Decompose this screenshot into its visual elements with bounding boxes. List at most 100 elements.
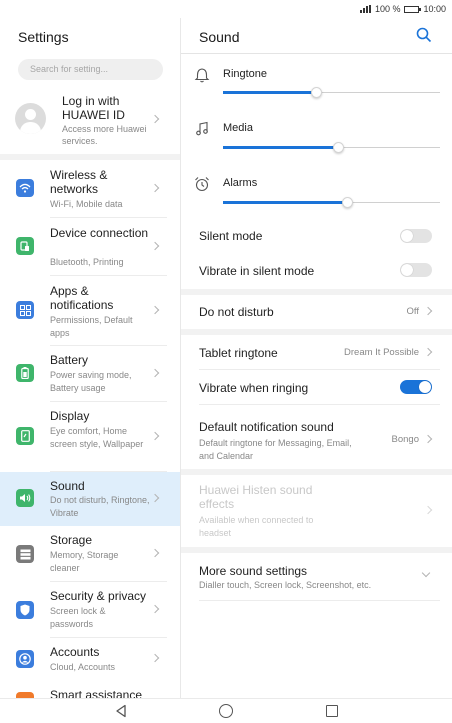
huawei-id-login[interactable]: Log in with HUAWEI ID Access more Huawei… — [0, 88, 180, 154]
slider-thumb[interactable] — [341, 197, 353, 208]
sound-settings-pane: Sound Ringtone Media Alarms Silent mode … — [181, 18, 452, 698]
more-sound-settings-row[interactable]: More sound settings Dialler touch, Scree… — [181, 553, 452, 601]
do-not-disturb-row[interactable]: Do not disturb Off — [181, 295, 452, 329]
sidebar-item-sub: Eye comfort, Home screen style, Wallpape… — [50, 426, 144, 449]
vibrate-ringing-row[interactable]: Vibrate when ringing — [181, 370, 452, 405]
silent-mode-toggle[interactable] — [400, 229, 432, 243]
sidebar-item-label: Wireless & networks — [50, 168, 108, 196]
chevron-right-icon — [150, 183, 160, 193]
chevron-right-icon — [150, 548, 160, 558]
chevron-right-icon — [150, 114, 160, 124]
silent-mode-row[interactable]: Silent mode — [181, 218, 452, 253]
volume-label: Ringtone — [223, 68, 268, 80]
media-slider[interactable] — [223, 142, 440, 153]
sidebar-item-label: Battery — [50, 353, 89, 367]
vibrate-silent-toggle[interactable] — [400, 263, 432, 277]
alarm-clock-icon — [195, 177, 209, 192]
status-bar: 100 % 10:00 — [0, 0, 452, 18]
sidebar-item-label: Display — [50, 409, 90, 423]
chevron-right-icon — [150, 241, 160, 251]
sidebar-item-sound[interactable]: Sound Do not disturb, Ringtone, Vibrate — [0, 472, 180, 526]
sidebar-item-label: Smart assistance — [50, 688, 143, 698]
chevron-right-icon — [423, 306, 433, 316]
tablet-ringtone-value: Dream It Possible — [344, 347, 419, 358]
default-notification-sub: Default ringtone for Messaging, Email, a… — [199, 438, 352, 461]
sidebar-item-label: Sound — [50, 479, 85, 493]
account-title: Log in with HUAWEI ID — [62, 94, 125, 122]
volume-label: Alarms — [223, 177, 258, 189]
clock: 10:00 — [423, 4, 446, 14]
histen-label: Huawei Histen sound effects — [199, 483, 313, 511]
sidebar-item-label: Accounts — [50, 645, 100, 659]
sidebar-item-sub: Screen lock & passwords — [50, 606, 106, 629]
chevron-right-icon — [150, 604, 160, 614]
screen: 100 % 10:00 Settings Search for setting.… — [0, 0, 452, 723]
chevron-right-icon — [150, 368, 160, 378]
sidebar-item-display[interactable]: Display Eye comfort, Home screen style, … — [0, 402, 180, 472]
accounts-icon — [16, 650, 34, 668]
account-subtitle: Access more Huawei services. — [62, 124, 147, 146]
default-notification-row[interactable]: Default notification sound Default ringt… — [181, 405, 452, 469]
sidebar-item-storage[interactable]: Storage Memory, Storage cleaner — [0, 526, 180, 582]
vibrate-silent-label: Vibrate in silent mode — [199, 264, 315, 278]
battery-status-icon — [404, 5, 422, 13]
vibrate-silent-row[interactable]: Vibrate in silent mode — [181, 253, 452, 289]
device-connection-icon — [16, 237, 34, 255]
vibrate-ringing-label: Vibrate when ringing — [199, 381, 309, 395]
media-volume: Media — [181, 121, 452, 153]
sidebar-item-apps[interactable]: Apps & notifications Permissions, Defaul… — [0, 276, 180, 346]
settings-list-pane: Settings Search for setting... Log in wi… — [0, 18, 181, 698]
chevron-right-icon — [150, 653, 160, 663]
ringtone-volume: Ringtone — [181, 67, 452, 98]
recent-apps-icon[interactable] — [326, 705, 338, 717]
slider-thumb[interactable] — [311, 87, 323, 98]
chevron-right-icon — [423, 434, 433, 444]
music-note-icon — [196, 121, 208, 136]
default-notification-value: Bongo — [391, 434, 419, 445]
sidebar-item-battery[interactable]: Battery Power saving mode, Battery usage — [0, 346, 180, 402]
sidebar-item-sub: Permissions, Default apps — [50, 315, 133, 338]
sidebar-item-sub: Do not disturb, Ringtone, Vibrate — [50, 495, 150, 518]
sidebar-item-sub: Cloud, Accounts — [50, 662, 116, 672]
sidebar-item-sub: Power saving mode, Battery usage — [50, 370, 132, 393]
slider-thumb[interactable] — [333, 142, 344, 153]
back-icon[interactable] — [114, 704, 128, 718]
shield-icon — [16, 601, 34, 619]
ringtone-slider[interactable] — [223, 87, 440, 98]
tablet-ringtone-row[interactable]: Tablet ringtone Dream It Possible — [181, 335, 452, 370]
chevron-right-icon — [150, 431, 160, 441]
more-sound-sub: Dialler touch, Screen lock, Screenshot, … — [199, 580, 372, 590]
alarms-volume: Alarms — [181, 176, 452, 208]
sidebar-item-security[interactable]: Security & privacy Screen lock & passwor… — [0, 582, 180, 638]
battery-icon — [16, 364, 34, 382]
display-icon — [16, 427, 34, 445]
silent-mode-label: Silent mode — [199, 229, 263, 243]
vibrate-ringing-toggle[interactable] — [400, 380, 432, 394]
sound-icon — [16, 489, 34, 507]
chevron-down-icon[interactable] — [421, 568, 431, 578]
chevron-right-icon — [150, 305, 160, 315]
sidebar-item-smart-assistance[interactable]: Smart assistance — [0, 682, 180, 698]
more-sound-label: More sound settings — [199, 564, 308, 578]
wifi-icon — [16, 179, 34, 197]
chevron-right-icon — [423, 505, 433, 515]
sidebar-item-label: Security & privacy — [50, 589, 147, 603]
home-icon[interactable] — [219, 704, 233, 718]
default-notification-label: Default notification sound — [199, 420, 334, 434]
alarms-slider[interactable] — [223, 197, 440, 208]
signal-icon — [359, 5, 371, 13]
navigation-bar — [0, 698, 452, 723]
page-title: Sound — [199, 29, 240, 45]
chevron-right-icon — [423, 347, 433, 357]
sidebar-item-sub: Wi-Fi, Mobile data — [50, 199, 123, 209]
bell-icon — [194, 68, 210, 83]
battery-percent: 100 % — [374, 4, 401, 14]
sidebar-item-label: Storage — [50, 533, 93, 547]
sidebar-item-device-connection[interactable]: Device connection Bluetooth, Printing — [0, 218, 180, 276]
histen-sub: Available when connected to headset — [199, 515, 314, 538]
sidebar-item-sub: Bluetooth, Printing — [50, 257, 124, 267]
search-icon[interactable] — [416, 27, 432, 43]
storage-icon — [16, 545, 34, 563]
settings-search-input[interactable]: Search for setting... — [18, 59, 163, 80]
sidebar-item-wireless[interactable]: Wireless & networks Wi-Fi, Mobile data — [0, 160, 180, 218]
